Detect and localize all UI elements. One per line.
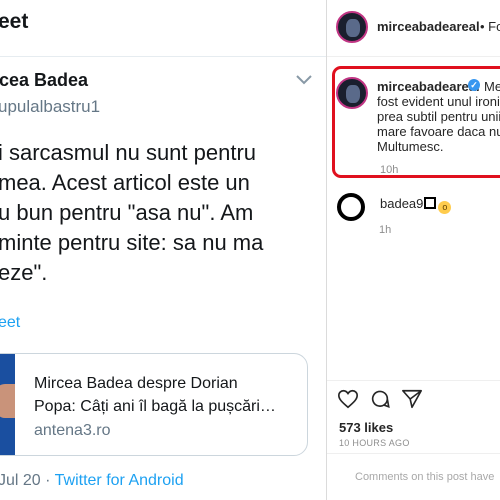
tweet-date[interactable]: Jul 20 bbox=[0, 472, 41, 489]
heart-icon[interactable] bbox=[337, 388, 359, 410]
tweet-text-line: minte pentru site: sa nu ma bbox=[0, 230, 264, 255]
page-title: eet bbox=[0, 10, 29, 33]
avatar[interactable] bbox=[336, 11, 368, 43]
card-domain: antena3.ro bbox=[34, 422, 111, 439]
tweet-source-app[interactable]: Twitter for Android bbox=[55, 472, 184, 489]
follow-button[interactable]: • Fo bbox=[480, 19, 500, 34]
card-thumbnail bbox=[0, 354, 15, 455]
translate-link[interactable]: eet bbox=[0, 314, 20, 332]
chevron-down-icon[interactable] bbox=[294, 72, 314, 88]
card-title-line: Popa: Câți ani îl bagă la pușcări… bbox=[34, 398, 276, 415]
share-icon[interactable] bbox=[401, 388, 423, 410]
comment-timestamp[interactable]: 1h bbox=[379, 224, 391, 236]
tweet-text-line: i sarcasmul nu sunt pentru bbox=[0, 140, 257, 165]
tweet-panel: eet rcea Badea upulalbastru1 i sarcasmul… bbox=[0, 0, 326, 500]
card-title: Mircea Badea despre Dorian Popa: Câți an… bbox=[34, 372, 304, 418]
comment-avatar[interactable] bbox=[337, 193, 365, 221]
post-author-username[interactable]: mirceabadeareal bbox=[377, 19, 480, 34]
comment-icon[interactable] bbox=[369, 388, 391, 410]
comment: badea9 o bbox=[380, 196, 452, 214]
tweet-text-line: u bun pentru "asa nu". Am bbox=[0, 200, 254, 225]
link-card[interactable]: Mircea Badea despre Dorian Popa: Câți an… bbox=[0, 353, 308, 456]
divider bbox=[0, 56, 326, 57]
divider bbox=[327, 56, 500, 57]
tweet-text-line: eze". bbox=[0, 260, 48, 285]
highlight-annotation bbox=[332, 66, 500, 178]
author-handle[interactable]: upulalbastru1 bbox=[0, 97, 100, 117]
square-symbol-icon bbox=[424, 197, 437, 209]
tweet-text: i sarcasmul nu sunt pentru mea. Acest ar… bbox=[0, 138, 326, 288]
surprised-emoji-icon: o bbox=[438, 201, 452, 214]
tweet-meta: Jul 20 · Twitter for Android bbox=[0, 472, 184, 490]
meta-separator: · bbox=[40, 472, 55, 489]
comments-disabled-notice: Comments on this post have bbox=[355, 471, 495, 483]
instagram-panel: mirceabadeareal • Fo mirceabadeareal ✓ M… bbox=[326, 0, 500, 500]
comment-username[interactable]: badea9 bbox=[380, 196, 423, 211]
post-timestamp: 10 HOURS AGO bbox=[339, 438, 410, 448]
tweet-text-line: mea. Acest articol este un bbox=[0, 170, 250, 195]
action-bar bbox=[327, 380, 500, 420]
card-title-line: Mircea Badea despre Dorian bbox=[34, 375, 238, 392]
author-name[interactable]: rcea Badea bbox=[0, 70, 88, 91]
likes-count[interactable]: 573 likes bbox=[339, 420, 393, 435]
comment-area: Comments on this post have bbox=[327, 453, 500, 500]
